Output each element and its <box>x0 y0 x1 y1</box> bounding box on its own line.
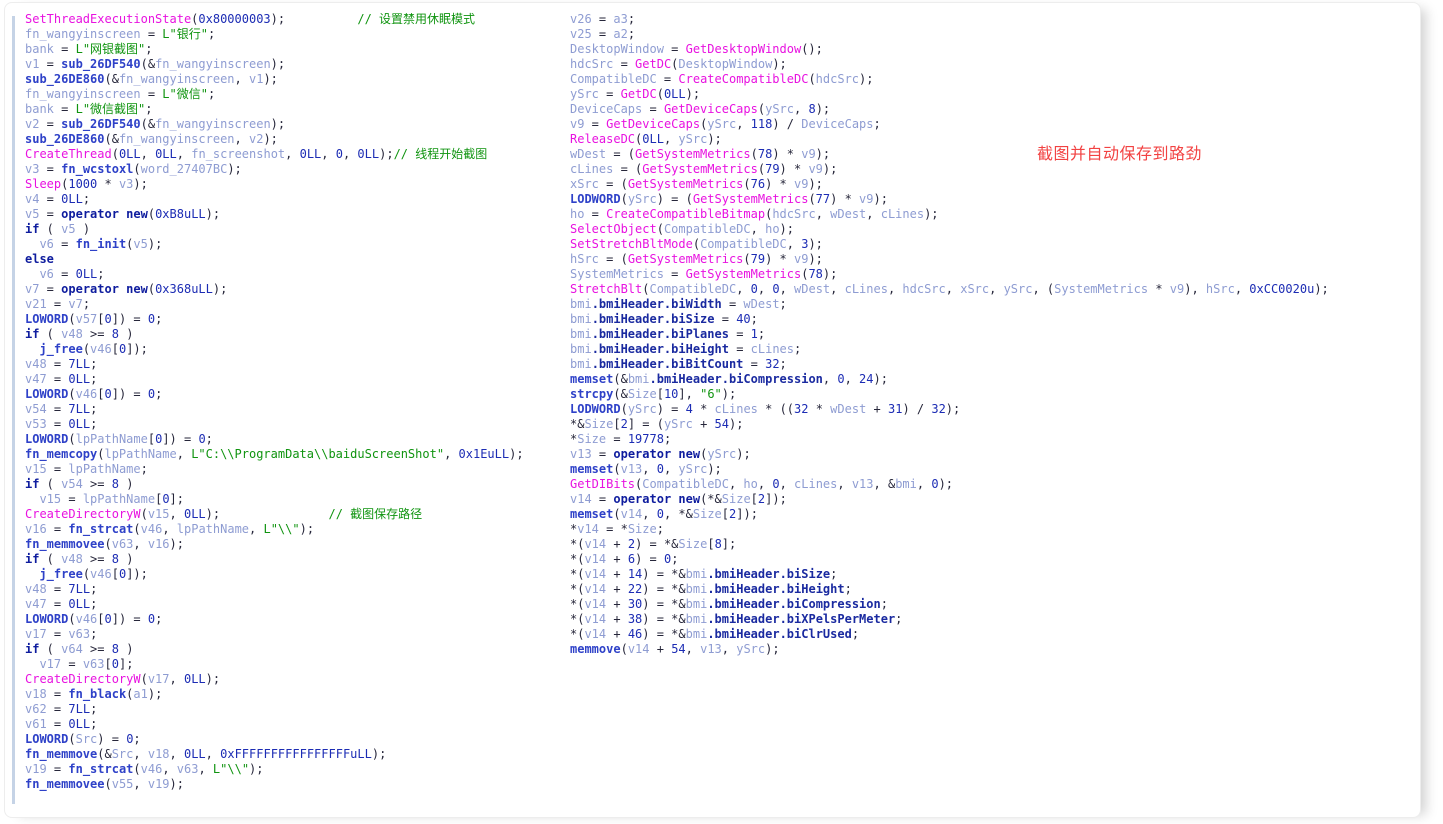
code-line: v1 = sub_26DF540(&fn_wangyinscreen); <box>25 57 524 72</box>
code-line: strcpy(&Size[10], "6"); <box>570 387 1329 402</box>
code-line: hdcSrc = GetDC(DesktopWindow); <box>570 57 1329 72</box>
code-line: SetThreadExecutionState(0x80000003); // … <box>25 12 524 27</box>
code-line: LODWORD(ySrc) = (GetSystemMetrics(77) * … <box>570 192 1329 207</box>
code-line: *&Size[2] = (ySrc + 54); <box>570 417 1329 432</box>
code-line: *(v14 + 30) = *&bmi.bmiHeader.biCompress… <box>570 597 1329 612</box>
code-line: SelectObject(CompatibleDC, ho); <box>570 222 1329 237</box>
code-line: sub_26DE860(&fn_wangyinscreen, v2); <box>25 132 524 147</box>
code-line: memset(&bmi.bmiHeader.biCompression, 0, … <box>570 372 1329 387</box>
code-line: bmi.bmiHeader.biHeight = cLines; <box>570 342 1329 357</box>
code-line: LOWORD(v46[0]) = 0; <box>25 387 524 402</box>
code-line: bank = L"微信截图"; <box>25 102 524 117</box>
code-line: ySrc = GetDC(0LL); <box>570 87 1329 102</box>
code-line: LOWORD(v46[0]) = 0; <box>25 612 524 627</box>
code-line: fn_wangyinscreen = L"微信"; <box>25 87 524 102</box>
code-line: fn_memcopy(lpPathName, L"C:\\ProgramData… <box>25 447 524 462</box>
code-line: v17 = v63; <box>25 627 524 642</box>
code-line: LOWORD(lpPathName[0]) = 0; <box>25 432 524 447</box>
code-line: *v14 = *Size; <box>570 522 1329 537</box>
code-line: memset(v13, 0, ySrc); <box>570 462 1329 477</box>
code-line: LOWORD(v57[0]) = 0; <box>25 312 524 327</box>
code-line: j_free(v46[0]); <box>25 342 524 357</box>
decompiled-code-column-right: v26 = a3;v25 = a2;DesktopWindow = GetDes… <box>570 12 1329 657</box>
code-line: if ( v64 >= 8 ) <box>25 642 524 657</box>
code-line: *(v14 + 6) = 0; <box>570 552 1329 567</box>
code-line: v47 = 0LL; <box>25 597 524 612</box>
code-line: SystemMetrics = GetSystemMetrics(78); <box>570 267 1329 282</box>
code-line: SetStretchBltMode(CompatibleDC, 3); <box>570 237 1329 252</box>
code-line: *(v14 + 14) = *&bmi.bmiHeader.biSize; <box>570 567 1329 582</box>
code-block-gutter-bar <box>12 16 15 804</box>
code-line: *(v14 + 38) = *&bmi.bmiHeader.biXPelsPer… <box>570 612 1329 627</box>
code-line: v5 = operator new(0xB8uLL); <box>25 207 524 222</box>
code-line: wDest = (GetSystemMetrics(78) * v9); <box>570 147 1329 162</box>
code-line: *(v14 + 2) = *&Size[8]; <box>570 537 1329 552</box>
code-line: *(v14 + 46) = *&bmi.bmiHeader.biClrUsed; <box>570 627 1329 642</box>
code-line: v54 = 7LL; <box>25 402 524 417</box>
code-line: CreateDirectoryW(v17, 0LL); <box>25 672 524 687</box>
code-line: CreateThread(0LL, 0LL, fn_screenshot, 0L… <box>25 147 524 162</box>
decompiled-code-column-left: SetThreadExecutionState(0x80000003); // … <box>25 12 524 792</box>
code-line: v19 = fn_strcat(v46, v63, L"\\"); <box>25 762 524 777</box>
code-line: v9 = GetDeviceCaps(ySrc, 118) / DeviceCa… <box>570 117 1329 132</box>
code-line: hSrc = (GetSystemMetrics(79) * v9); <box>570 252 1329 267</box>
code-line: xSrc = (GetSystemMetrics(76) * v9); <box>570 177 1329 192</box>
code-line: StretchBlt(CompatibleDC, 0, 0, wDest, cL… <box>570 282 1329 297</box>
code-line: DeviceCaps = GetDeviceCaps(ySrc, 8); <box>570 102 1329 117</box>
code-line: v16 = fn_strcat(v46, lpPathName, L"\\"); <box>25 522 524 537</box>
code-line: bank = L"网银截图"; <box>25 42 524 57</box>
code-line: v3 = fn_wcstoxl(word_27407BC); <box>25 162 524 177</box>
code-line: v4 = 0LL; <box>25 192 524 207</box>
code-line: v53 = 0LL; <box>25 417 524 432</box>
code-line: v6 = 0LL; <box>25 267 524 282</box>
code-line: *Size = 19778; <box>570 432 1329 447</box>
code-line: ho = CreateCompatibleBitmap(hdcSrc, wDes… <box>570 207 1329 222</box>
code-line: fn_memmovee(v63, v16); <box>25 537 524 552</box>
code-line: v62 = 7LL; <box>25 702 524 717</box>
code-line: j_free(v46[0]); <box>25 567 524 582</box>
code-line: *(v14 + 22) = *&bmi.bmiHeader.biHeight; <box>570 582 1329 597</box>
code-line: v18 = fn_black(a1); <box>25 687 524 702</box>
code-line: v15 = lpPathName; <box>25 462 524 477</box>
code-line: fn_wangyinscreen = L"银行"; <box>25 27 524 42</box>
code-line: bmi.bmiHeader.biPlanes = 1; <box>570 327 1329 342</box>
code-line: bmi.bmiHeader.biSize = 40; <box>570 312 1329 327</box>
code-line: sub_26DE860(&fn_wangyinscreen, v1); <box>25 72 524 87</box>
code-line: CompatibleDC = CreateCompatibleDC(hdcSrc… <box>570 72 1329 87</box>
code-line: v48 = 7LL; <box>25 357 524 372</box>
code-line: memmove(v14 + 54, v13, ySrc); <box>570 642 1329 657</box>
code-line: if ( v5 ) <box>25 222 524 237</box>
code-line: v25 = a2; <box>570 27 1329 42</box>
code-line: bmi.bmiHeader.biWidth = wDest; <box>570 297 1329 312</box>
code-line: if ( v54 >= 8 ) <box>25 477 524 492</box>
code-line: v7 = operator new(0x368uLL); <box>25 282 524 297</box>
code-line: v13 = operator new(ySrc); <box>570 447 1329 462</box>
code-line: v15 = lpPathName[0]; <box>25 492 524 507</box>
code-line: v26 = a3; <box>570 12 1329 27</box>
code-line: v21 = v7; <box>25 297 524 312</box>
code-line: fn_memmove(&Src, v18, 0LL, 0xFFFFFFFFFFF… <box>25 747 524 762</box>
code-line: if ( v48 >= 8 ) <box>25 327 524 342</box>
red-annotation-text: 截图并自动保存到路劲 <box>1037 140 1202 164</box>
code-line: v14 = operator new(*&Size[2]); <box>570 492 1329 507</box>
code-line: v2 = sub_26DF540(&fn_wangyinscreen); <box>25 117 524 132</box>
code-line: LOWORD(Src) = 0; <box>25 732 524 747</box>
code-line: bmi.bmiHeader.biBitCount = 32; <box>570 357 1329 372</box>
code-line: if ( v48 >= 8 ) <box>25 552 524 567</box>
code-line: GetDIBits(CompatibleDC, ho, 0, cLines, v… <box>570 477 1329 492</box>
code-line: cLines = (GetSystemMetrics(79) * v9); <box>570 162 1329 177</box>
code-line: v47 = 0LL; <box>25 372 524 387</box>
code-line: ReleaseDC(0LL, ySrc); <box>570 132 1329 147</box>
code-line: v48 = 7LL; <box>25 582 524 597</box>
code-line: else <box>25 252 524 267</box>
code-line: v17 = v63[0]; <box>25 657 524 672</box>
code-line: v6 = fn_init(v5); <box>25 237 524 252</box>
code-line: CreateDirectoryW(v15, 0LL); // 截图保存路径 <box>25 507 524 522</box>
code-line: LODWORD(ySrc) = 4 * cLines * ((32 * wDes… <box>570 402 1329 417</box>
code-line: DesktopWindow = GetDesktopWindow(); <box>570 42 1329 57</box>
code-line: memset(v14, 0, *&Size[2]); <box>570 507 1329 522</box>
code-line: v61 = 0LL; <box>25 717 524 732</box>
code-line: fn_memmovee(v55, v19); <box>25 777 524 792</box>
code-line: Sleep(1000 * v3); <box>25 177 524 192</box>
